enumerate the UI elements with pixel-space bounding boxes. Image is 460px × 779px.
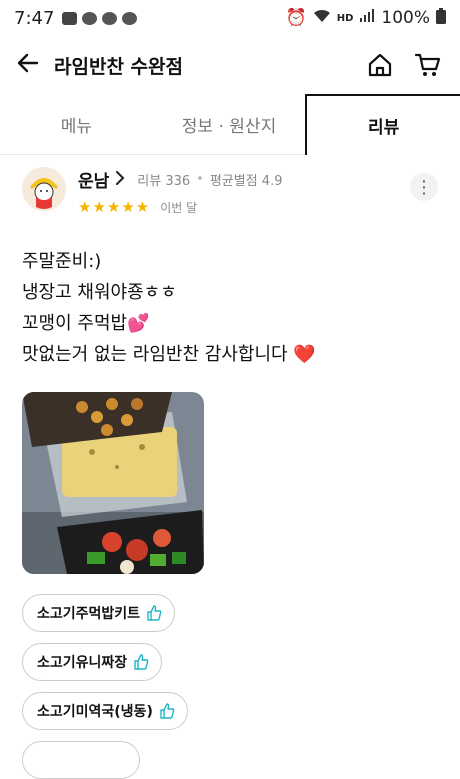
tab-info-origin[interactable]: 정보 · 원산지 [153, 94, 306, 154]
battery-level: 100% [381, 8, 430, 28]
menu-tag-label: 소고기미역국(냉동) [37, 704, 153, 720]
chevron-right-icon[interactable] [115, 170, 125, 189]
review-header: 운남 리뷰 336 • 평균별점 4.9 ★★★★★ 이번 달 ⋮ [22, 167, 438, 216]
menu-tag-partial[interactable] [22, 741, 140, 779]
thumbs-up-icon [160, 703, 175, 719]
menu-tag[interactable]: 소고기유니짜장 [22, 643, 163, 681]
menu-tag-label: 소고기유니짜장 [37, 655, 128, 671]
more-options-icon[interactable]: ⋮ [410, 173, 438, 201]
link-icon [122, 11, 138, 25]
status-left: 7:47 [14, 7, 138, 29]
review-line: 맛없는거 없는 라임반찬 감사합니다 ❤️ [22, 344, 316, 365]
thumbs-up-icon [147, 605, 162, 621]
star-rating-icons: ★★★★★ [78, 198, 151, 216]
review-photo[interactable] [22, 392, 204, 574]
gallery-icon [62, 11, 78, 25]
ordered-menu-tags: 소고기주먹밥키트 소고기유니짜장 소고기미역국(냉동) [22, 594, 438, 779]
signal-icon [359, 8, 375, 28]
menu-tag-label: 소고기주먹밥키트 [37, 606, 141, 622]
battery-icon [436, 7, 446, 29]
status-bar: 7:47 ⏰ HD 100% [0, 0, 460, 36]
app-bar: 라임반찬 수완점 [0, 36, 460, 94]
review-meta-line: 운남 리뷰 336 • 평균별점 4.9 [78, 167, 410, 192]
review-line: 냉장고 채워야죵ㅎㅎ [22, 282, 177, 303]
status-time: 7:47 [14, 7, 55, 29]
talk-icon [82, 11, 98, 25]
review-card: 운남 리뷰 336 • 평균별점 4.9 ★★★★★ 이번 달 ⋮ 주말준비:)… [0, 155, 460, 779]
back-arrow-icon[interactable] [16, 51, 46, 80]
tab-bar: 메뉴 정보 · 원산지 리뷰 [0, 94, 460, 155]
cart-icon[interactable] [412, 49, 444, 81]
review-line: 주말준비:) [22, 251, 102, 272]
home-icon[interactable] [364, 49, 396, 81]
tab-reviews[interactable]: 리뷰 [305, 94, 460, 155]
rating-stars: ★★★★★ 이번 달 [78, 198, 410, 216]
menu-tag[interactable]: 소고기주먹밥키트 [22, 594, 176, 632]
review-text: 주말준비:) 냉장고 채워야죵ㅎㅎ 꼬맹이 주먹밥💕 맛없는거 없는 라임반찬 … [22, 246, 438, 370]
notification-icons [62, 11, 138, 25]
avatar[interactable] [22, 167, 66, 211]
review-line: 꼬맹이 주먹밥💕 [22, 313, 150, 334]
meta-separator: • [196, 172, 204, 187]
review-date: 이번 달 [160, 200, 198, 215]
chat-icon [102, 11, 118, 25]
wifi-icon [313, 8, 331, 28]
status-right: ⏰ HD 100% [285, 7, 446, 29]
alarm-icon: ⏰ [285, 8, 307, 28]
store-title: 라임반찬 수완점 [54, 55, 183, 78]
reviewer-average-rating: 평균별점 4.9 [209, 174, 283, 189]
menu-tag[interactable]: 소고기미역국(냉동) [22, 692, 188, 730]
review-meta: 운남 리뷰 336 • 평균별점 4.9 ★★★★★ 이번 달 [78, 167, 410, 216]
hd-voice-badge: HD [336, 12, 354, 24]
reviewer-name[interactable]: 운남 [78, 167, 109, 192]
tab-menu[interactable]: 메뉴 [0, 94, 153, 154]
reviewer-review-count: 리뷰 336 [137, 174, 191, 189]
thumbs-up-icon [134, 654, 149, 670]
